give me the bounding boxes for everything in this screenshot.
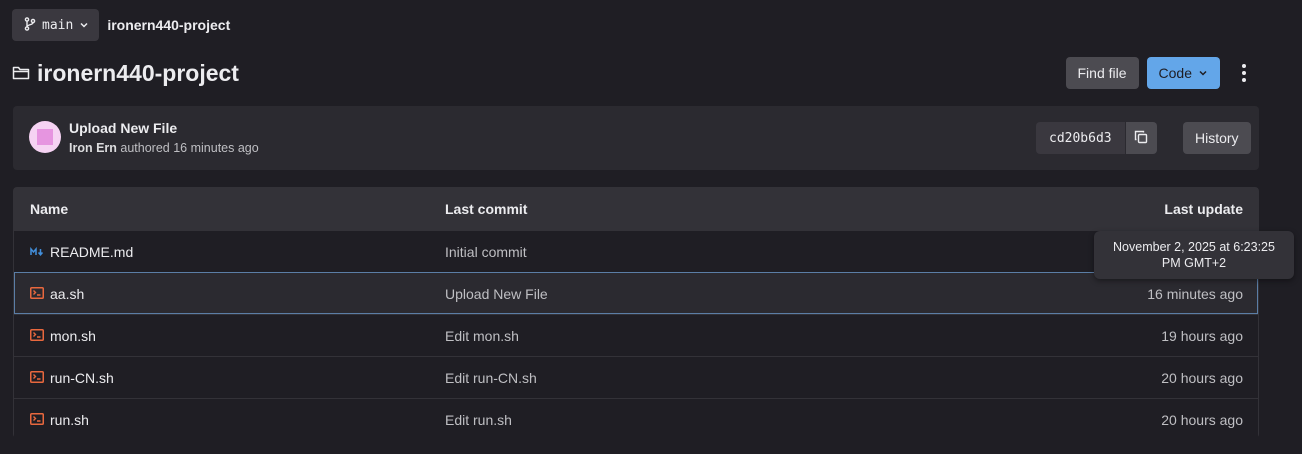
branch-name: main <box>42 17 74 33</box>
file-name-cell[interactable]: README.md <box>30 244 133 260</box>
top-bar: main ironern440-project <box>12 9 230 41</box>
branch-selector[interactable]: main <box>12 9 100 41</box>
last-commit-message[interactable]: Edit run-CN.sh <box>445 370 537 386</box>
chevron-down-icon <box>1198 65 1208 81</box>
header-actions: Find file Code <box>1065 57 1220 89</box>
commit-sha-group: cd20b6d3 <box>1036 122 1157 154</box>
commit-meta: Iron Ern authored 16 minutes ago <box>69 141 259 155</box>
last-commit-message[interactable]: Upload New File <box>445 286 548 302</box>
more-actions-kebab-icon[interactable] <box>1234 57 1254 89</box>
last-update-time: 16 minutes ago <box>1147 285 1243 302</box>
last-commit-message[interactable]: Initial commit <box>445 244 527 260</box>
column-header-last-commit: Last commit <box>445 201 528 217</box>
table-row[interactable]: aa.sh Upload New File 16 minutes ago <box>14 272 1258 314</box>
file-name[interactable]: README.md <box>50 244 133 260</box>
commit-author[interactable]: Iron Ern <box>69 141 117 155</box>
code-button-label: Code <box>1158 65 1192 81</box>
copy-sha-button[interactable] <box>1124 122 1157 154</box>
folder-icon <box>12 65 30 81</box>
table-row[interactable]: run.sh Edit run.sh 20 hours ago <box>14 398 1258 440</box>
terminal-file-icon <box>30 286 44 302</box>
avatar[interactable] <box>29 121 61 153</box>
file-name-cell[interactable]: run-CN.sh <box>30 370 114 386</box>
timestamp-tooltip: November 2, 2025 at 6:23:25 PM GMT+2 <box>1094 231 1294 279</box>
table-row[interactable]: mon.sh Edit mon.sh 19 hours ago <box>14 314 1258 356</box>
page-title: ironern440-project <box>37 59 239 86</box>
terminal-file-icon <box>30 328 44 344</box>
file-name-cell[interactable]: aa.sh <box>30 286 84 302</box>
last-commit-message[interactable]: Edit mon.sh <box>445 328 519 344</box>
breadcrumb-project[interactable]: ironern440-project <box>107 17 230 33</box>
file-name[interactable]: aa.sh <box>50 286 84 302</box>
markdown-icon <box>30 244 44 260</box>
column-header-last-update: Last update <box>1164 201 1243 217</box>
last-update-time: 20 hours ago <box>1161 411 1243 428</box>
branch-icon <box>24 16 36 34</box>
table-row[interactable]: README.md Initial commit <box>14 230 1258 272</box>
column-header-name: Name <box>30 201 69 217</box>
find-file-button[interactable]: Find file <box>1065 57 1139 89</box>
copy-icon <box>1134 130 1148 147</box>
code-button[interactable]: Code <box>1146 57 1220 89</box>
table-row[interactable]: run-CN.sh Edit run-CN.sh 20 hours ago <box>14 356 1258 398</box>
last-update-time: 19 hours ago <box>1161 327 1243 344</box>
file-name[interactable]: mon.sh <box>50 328 96 344</box>
last-update-time: 20 hours ago <box>1161 369 1243 386</box>
file-name-cell[interactable]: mon.sh <box>30 328 96 344</box>
file-name-cell[interactable]: run.sh <box>30 412 89 428</box>
commit-authored-text: authored 16 minutes ago <box>120 141 259 155</box>
chevron-down-icon <box>79 17 89 33</box>
history-button[interactable]: History <box>1183 122 1251 154</box>
terminal-file-icon <box>30 370 44 386</box>
file-name[interactable]: run.sh <box>50 412 89 428</box>
last-commit-card: Upload New File Iron Ern authored 16 min… <box>13 106 1259 170</box>
terminal-file-icon <box>30 412 44 428</box>
commit-title[interactable]: Upload New File <box>69 120 177 136</box>
file-name[interactable]: run-CN.sh <box>50 370 114 386</box>
table-header: Name Last commit Last update <box>14 188 1258 230</box>
last-commit-message[interactable]: Edit run.sh <box>445 412 512 428</box>
commit-sha[interactable]: cd20b6d3 <box>1036 122 1125 154</box>
file-table: Name Last commit Last update README.md I… <box>13 187 1259 440</box>
